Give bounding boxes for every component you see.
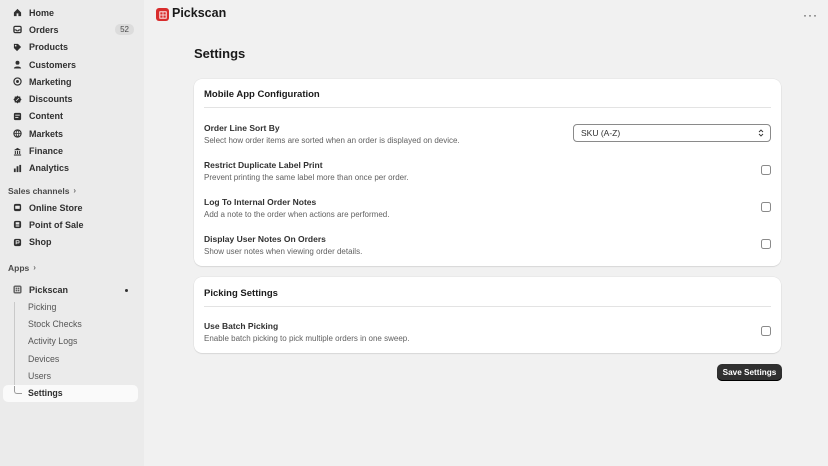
sub-nav-label: Settings	[28, 388, 63, 399]
setting-description: Show user notes when viewing order detai…	[204, 247, 363, 256]
chevron-right-icon: ›	[33, 263, 36, 273]
nav-customers[interactable]: Customers	[3, 56, 138, 73]
nav-label: Pickscan	[29, 284, 69, 295]
pickscan-icon	[13, 285, 22, 294]
card-title: Mobile App Configuration	[204, 89, 320, 100]
nav-shop[interactable]: Shop	[3, 234, 138, 251]
card-divider	[204, 107, 771, 108]
card-divider	[204, 306, 771, 307]
pos-icon	[13, 220, 22, 229]
nav-home[interactable]: Home	[3, 4, 138, 21]
setting-title: Log To Internal Order Notes	[204, 197, 317, 207]
nav-label: Finance	[29, 146, 64, 157]
tag-icon	[13, 43, 22, 52]
globe-icon	[13, 129, 22, 138]
sidebar: Home Orders 52 Products Customers Market…	[0, 0, 144, 466]
chart-icon	[13, 164, 22, 173]
nav-label: Orders	[29, 24, 59, 35]
more-actions-icon[interactable]: ···	[803, 8, 818, 22]
order-line-sort-select[interactable]: SKU (A-Z)	[573, 124, 771, 142]
orders-count-badge: 52	[115, 24, 134, 36]
restrict-duplicate-label-checkbox[interactable]	[761, 165, 771, 175]
sub-nav-label: Activity Logs	[28, 336, 78, 347]
apps-label: Apps	[8, 262, 30, 273]
nav-products[interactable]: Products	[3, 39, 138, 56]
home-icon	[13, 8, 22, 17]
nav-label: Products	[29, 42, 69, 53]
target-icon	[13, 77, 22, 87]
sub-nav-label: Picking	[28, 301, 57, 312]
nav-markets[interactable]: Markets	[3, 125, 138, 142]
setting-title: Display User Notes On Orders	[204, 234, 326, 244]
chevron-right-icon: ›	[73, 186, 77, 196]
sub-nav-picking[interactable]: Picking	[3, 298, 138, 315]
sub-nav-label: Users	[28, 370, 51, 381]
use-batch-picking-checkbox[interactable]	[761, 326, 771, 336]
sub-nav-stock-checks[interactable]: Stock Checks	[3, 315, 138, 332]
nav-marketing[interactable]: Marketing	[3, 73, 138, 90]
app-name: Pickscan	[172, 6, 227, 20]
nav-label: Online Store	[29, 202, 83, 213]
nav-label: Home	[29, 7, 55, 18]
app-header: Pickscan ···	[144, 0, 828, 28]
discount-icon	[13, 95, 22, 104]
setting-title: Order Line Sort By	[204, 123, 280, 133]
sub-nav-label: Devices	[28, 353, 60, 364]
nav-label: Marketing	[29, 76, 72, 87]
store-icon	[13, 203, 22, 212]
setting-description: Add a note to the order when actions are…	[204, 210, 390, 219]
picking-settings-card: Picking Settings Use Batch Picking Enabl…	[194, 277, 781, 353]
content-icon	[13, 112, 22, 121]
person-icon	[13, 60, 22, 69]
bank-icon	[13, 147, 22, 156]
nav-label: Analytics	[29, 163, 70, 174]
sub-nav-devices[interactable]: Devices	[3, 350, 138, 367]
nav-label: Content	[29, 111, 63, 122]
nav-label: Point of Sale	[29, 219, 84, 230]
nav-label: Discounts	[29, 94, 73, 105]
select-arrows-icon	[758, 129, 764, 137]
active-app-dot	[125, 288, 128, 292]
sub-nav-settings[interactable]: Settings	[3, 384, 138, 402]
card-title: Picking Settings	[204, 288, 278, 299]
page-title: Settings	[194, 46, 246, 61]
sub-nav-activity-logs[interactable]: Activity Logs	[3, 333, 138, 350]
log-internal-notes-checkbox[interactable]	[761, 202, 771, 212]
setting-description: Enable batch picking to pick multiple or…	[204, 334, 410, 343]
display-user-notes-checkbox[interactable]	[761, 239, 771, 249]
nav-discounts[interactable]: Discounts	[3, 90, 138, 107]
setting-title: Use Batch Picking	[204, 321, 279, 331]
nav-finance[interactable]: Finance	[3, 142, 138, 159]
nav-pickscan[interactable]: Pickscan	[3, 281, 138, 298]
select-value: SKU (A-Z)	[581, 128, 621, 138]
setting-description: Select how order items are sorted when a…	[204, 136, 460, 145]
nav-label: Shop	[29, 237, 52, 248]
nav-online-store[interactable]: Online Store	[3, 199, 138, 216]
pickscan-logo-icon	[156, 8, 169, 21]
shop-icon	[13, 238, 22, 247]
setting-title: Restrict Duplicate Label Print	[204, 160, 323, 170]
nav-label: Markets	[29, 128, 64, 139]
sales-channels-label: Sales channels	[8, 185, 70, 196]
setting-description: Prevent printing the same label more tha…	[204, 173, 409, 182]
sub-nav-label: Stock Checks	[28, 319, 82, 330]
nav-point-of-sale[interactable]: Point of Sale	[3, 216, 138, 233]
nav-orders[interactable]: Orders 52	[3, 21, 138, 38]
mobile-app-config-card: Mobile App Configuration Order Line Sort…	[194, 79, 781, 266]
orders-icon	[13, 25, 22, 34]
tree-corner-icon	[14, 385, 22, 394]
nav-analytics[interactable]: Analytics	[3, 160, 138, 177]
nav-label: Customers	[29, 59, 77, 70]
sub-nav-users[interactable]: Users	[3, 367, 138, 384]
save-settings-button[interactable]: Save Settings	[717, 364, 782, 381]
apps-heading[interactable]: Apps ›	[0, 260, 144, 276]
sales-channels-heading[interactable]: Sales channels ›	[0, 183, 144, 199]
nav-content[interactable]: Content	[3, 108, 138, 125]
